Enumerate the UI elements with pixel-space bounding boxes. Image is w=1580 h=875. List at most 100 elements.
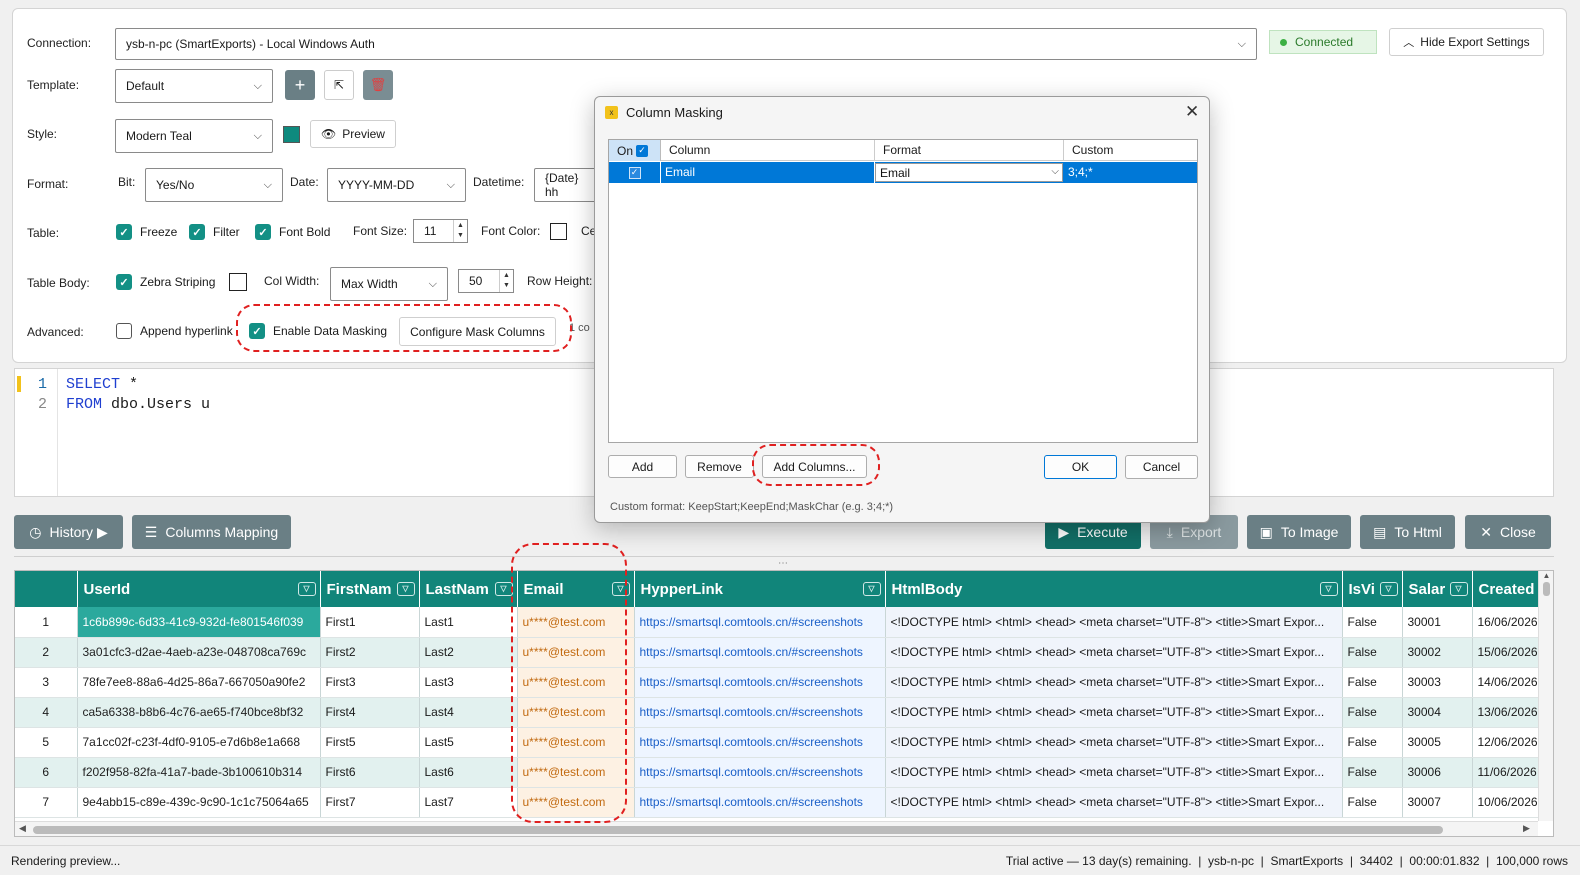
- filter-icon[interactable]: ▽: [1379, 582, 1398, 596]
- add-template-button[interactable]: +: [285, 70, 315, 100]
- history-button[interactable]: ◷ History ▶: [14, 515, 123, 549]
- cell-lastname[interactable]: Last5: [419, 727, 518, 758]
- cell-created[interactable]: 12/06/2026: [1472, 727, 1543, 758]
- style-color-swatch[interactable]: [283, 126, 300, 143]
- header-on[interactable]: On ✓: [609, 140, 661, 161]
- cell-firstname[interactable]: First1: [320, 607, 420, 638]
- cell-salary[interactable]: 30002: [1402, 637, 1473, 668]
- spin-arrows-icon[interactable]: ▲ ▼: [499, 270, 513, 292]
- vertical-scrollbar[interactable]: ▲: [1538, 571, 1553, 821]
- cell-lastname[interactable]: Last6: [419, 757, 518, 788]
- cell-userid[interactable]: f202f958-82fa-41a7-bade-3b100610b314: [77, 757, 321, 788]
- filter-icon[interactable]: ▽: [1449, 582, 1468, 596]
- mask-row[interactable]: ✓ Email Email ⌵ 3;4;*: [609, 162, 1197, 183]
- results-grid[interactable]: UserId ▽ FirstNam ▽ LastNam ▽ Email ▽ Hypper…: [14, 570, 1554, 837]
- cell-hyperlink[interactable]: https://smartsql.comtools.cn/#screenshot…: [634, 607, 886, 638]
- cell-userid[interactable]: 1c6b899c-6d33-41c9-932d-fe801546f039: [77, 607, 321, 638]
- filter-checkbox[interactable]: ✓ Filter: [189, 224, 240, 240]
- add-button[interactable]: Add: [608, 455, 677, 478]
- to-image-button[interactable]: ▣ To Image: [1247, 515, 1351, 549]
- cell-created[interactable]: 13/06/2026: [1472, 697, 1543, 728]
- cell-firstname[interactable]: First5: [320, 727, 420, 758]
- cell-lastname[interactable]: Last2: [419, 637, 518, 668]
- filter-icon[interactable]: ▽: [1319, 582, 1338, 596]
- cell-firstname[interactable]: First3: [320, 667, 420, 698]
- filter-icon[interactable]: ▽: [494, 582, 513, 596]
- column-header-salary[interactable]: Salar ▽: [1402, 571, 1473, 607]
- cell-salary[interactable]: 30005: [1402, 727, 1473, 758]
- checkmark-icon[interactable]: ✓: [636, 144, 649, 157]
- cell-salary[interactable]: 30003: [1402, 667, 1473, 698]
- filter-icon[interactable]: ▽: [396, 582, 415, 596]
- row-number[interactable]: 7: [15, 787, 78, 818]
- table-row[interactable]: 2 3a01cfc3-d2ae-4aeb-a23e-048708ca769c Fir…: [15, 637, 1543, 668]
- mask-columns-grid[interactable]: On ✓ Column Format Custom ✓ Email Email …: [608, 139, 1198, 443]
- cell-created[interactable]: 16/06/2026: [1472, 607, 1543, 638]
- cell-firstname[interactable]: First7: [320, 787, 420, 818]
- column-header-firstname[interactable]: FirstNam ▽: [320, 571, 420, 607]
- cell-isvip[interactable]: False: [1342, 757, 1403, 788]
- cell-isvip[interactable]: False: [1342, 637, 1403, 668]
- cell-hyperlink[interactable]: https://smartsql.comtools.cn/#screenshot…: [634, 697, 886, 728]
- datetime-format-select[interactable]: {Date} hh: [534, 168, 596, 202]
- cell-firstname[interactable]: First6: [320, 757, 420, 788]
- cell-htmlbody[interactable]: <!DOCTYPE html> <html> <head> <meta char…: [885, 667, 1343, 698]
- spin-arrows-icon[interactable]: ▲ ▼: [453, 220, 467, 242]
- delete-template-button[interactable]: 🗑: [363, 70, 393, 100]
- font-color-swatch[interactable]: [550, 223, 567, 240]
- scroll-thumb[interactable]: [1543, 582, 1550, 596]
- save-template-button[interactable]: ⇱: [324, 70, 354, 100]
- cell-created[interactable]: 14/06/2026: [1472, 667, 1543, 698]
- cell-htmlbody[interactable]: <!DOCTYPE html> <html> <head> <meta char…: [885, 637, 1343, 668]
- scroll-thumb[interactable]: [33, 826, 1443, 834]
- row-number[interactable]: 4: [15, 697, 78, 728]
- preview-button[interactable]: 👁 Preview: [310, 120, 396, 148]
- zebra-color-swatch[interactable]: [229, 273, 247, 291]
- connection-select[interactable]: ysb-n-pc (SmartExports) - Local Windows …: [115, 28, 1257, 60]
- cell-htmlbody[interactable]: <!DOCTYPE html> <html> <head> <meta char…: [885, 607, 1343, 638]
- table-row[interactable]: 4 ca5a6338-b8b6-4c76-ae65-f740bce8bf32 Fir…: [15, 697, 1543, 728]
- horizontal-scrollbar[interactable]: ◀ ▶: [15, 821, 1538, 836]
- columns-mapping-button[interactable]: ☰ Columns Mapping: [132, 515, 291, 549]
- cell-isvip[interactable]: False: [1342, 607, 1403, 638]
- column-header-hyperlink[interactable]: HypperLink ▽: [634, 571, 886, 607]
- cell-isvip[interactable]: False: [1342, 667, 1403, 698]
- dialog-close-icon[interactable]: ✕: [1185, 102, 1199, 122]
- row-number[interactable]: 2: [15, 637, 78, 668]
- cell-htmlbody[interactable]: <!DOCTYPE html> <html> <head> <meta char…: [885, 757, 1343, 788]
- cell-lastname[interactable]: Last1: [419, 607, 518, 638]
- cell-hyperlink[interactable]: https://smartsql.comtools.cn/#screenshot…: [634, 667, 886, 698]
- scroll-left-icon[interactable]: ◀: [19, 823, 26, 834]
- cell-salary[interactable]: 30007: [1402, 787, 1473, 818]
- cell-isvip[interactable]: False: [1342, 727, 1403, 758]
- column-header-htmlbody[interactable]: HtmlBody ▽: [885, 571, 1343, 607]
- cancel-button[interactable]: Cancel: [1125, 455, 1198, 479]
- column-header-isvip[interactable]: IsVi ▽: [1342, 571, 1403, 607]
- cell-hyperlink[interactable]: https://smartsql.comtools.cn/#screenshot…: [634, 637, 886, 668]
- mask-row-enabled-checkbox[interactable]: ✓: [609, 162, 661, 183]
- column-header-created[interactable]: Created: [1472, 571, 1543, 607]
- cell-firstname[interactable]: First4: [320, 697, 420, 728]
- cell-htmlbody[interactable]: <!DOCTYPE html> <html> <head> <meta char…: [885, 697, 1343, 728]
- cell-created[interactable]: 15/06/2026: [1472, 637, 1543, 668]
- mask-row-custom[interactable]: 3;4;*: [1064, 162, 1197, 183]
- freeze-checkbox[interactable]: ✓ Freeze: [116, 224, 177, 240]
- table-row[interactable]: 3 78fe7ee8-88a6-4d25-86a7-667050a90fe2 Fir…: [15, 667, 1543, 698]
- splitter[interactable]: [14, 556, 1554, 557]
- remove-button[interactable]: Remove: [685, 455, 754, 478]
- cell-lastname[interactable]: Last7: [419, 787, 518, 818]
- close-button[interactable]: ✕ Close: [1465, 515, 1551, 549]
- row-number[interactable]: 3: [15, 667, 78, 698]
- to-html-button[interactable]: ▤ To Html: [1360, 515, 1455, 549]
- cell-created[interactable]: 11/06/2026: [1472, 757, 1543, 788]
- cell-firstname[interactable]: First2: [320, 637, 420, 668]
- cell-userid[interactable]: 3a01cfc3-d2ae-4aeb-a23e-048708ca769c: [77, 637, 321, 668]
- cell-salary[interactable]: 30006: [1402, 757, 1473, 788]
- date-format-select[interactable]: YYYY-MM-DD ⌵: [327, 168, 466, 202]
- table-row[interactable]: 6 f202f958-82fa-41a7-bade-3b100610b314 Fir…: [15, 757, 1543, 788]
- append-hyperlink-checkbox[interactable]: Append hyperlink: [116, 323, 233, 339]
- cell-userid[interactable]: 9e4abb15-c89e-439c-9c90-1c1c75064a65: [77, 787, 321, 818]
- mask-row-format-select[interactable]: Email ⌵: [875, 163, 1063, 182]
- cell-userid[interactable]: ca5a6338-b8b6-4c76-ae65-f740bce8bf32: [77, 697, 321, 728]
- cell-hyperlink[interactable]: https://smartsql.comtools.cn/#screenshot…: [634, 787, 886, 818]
